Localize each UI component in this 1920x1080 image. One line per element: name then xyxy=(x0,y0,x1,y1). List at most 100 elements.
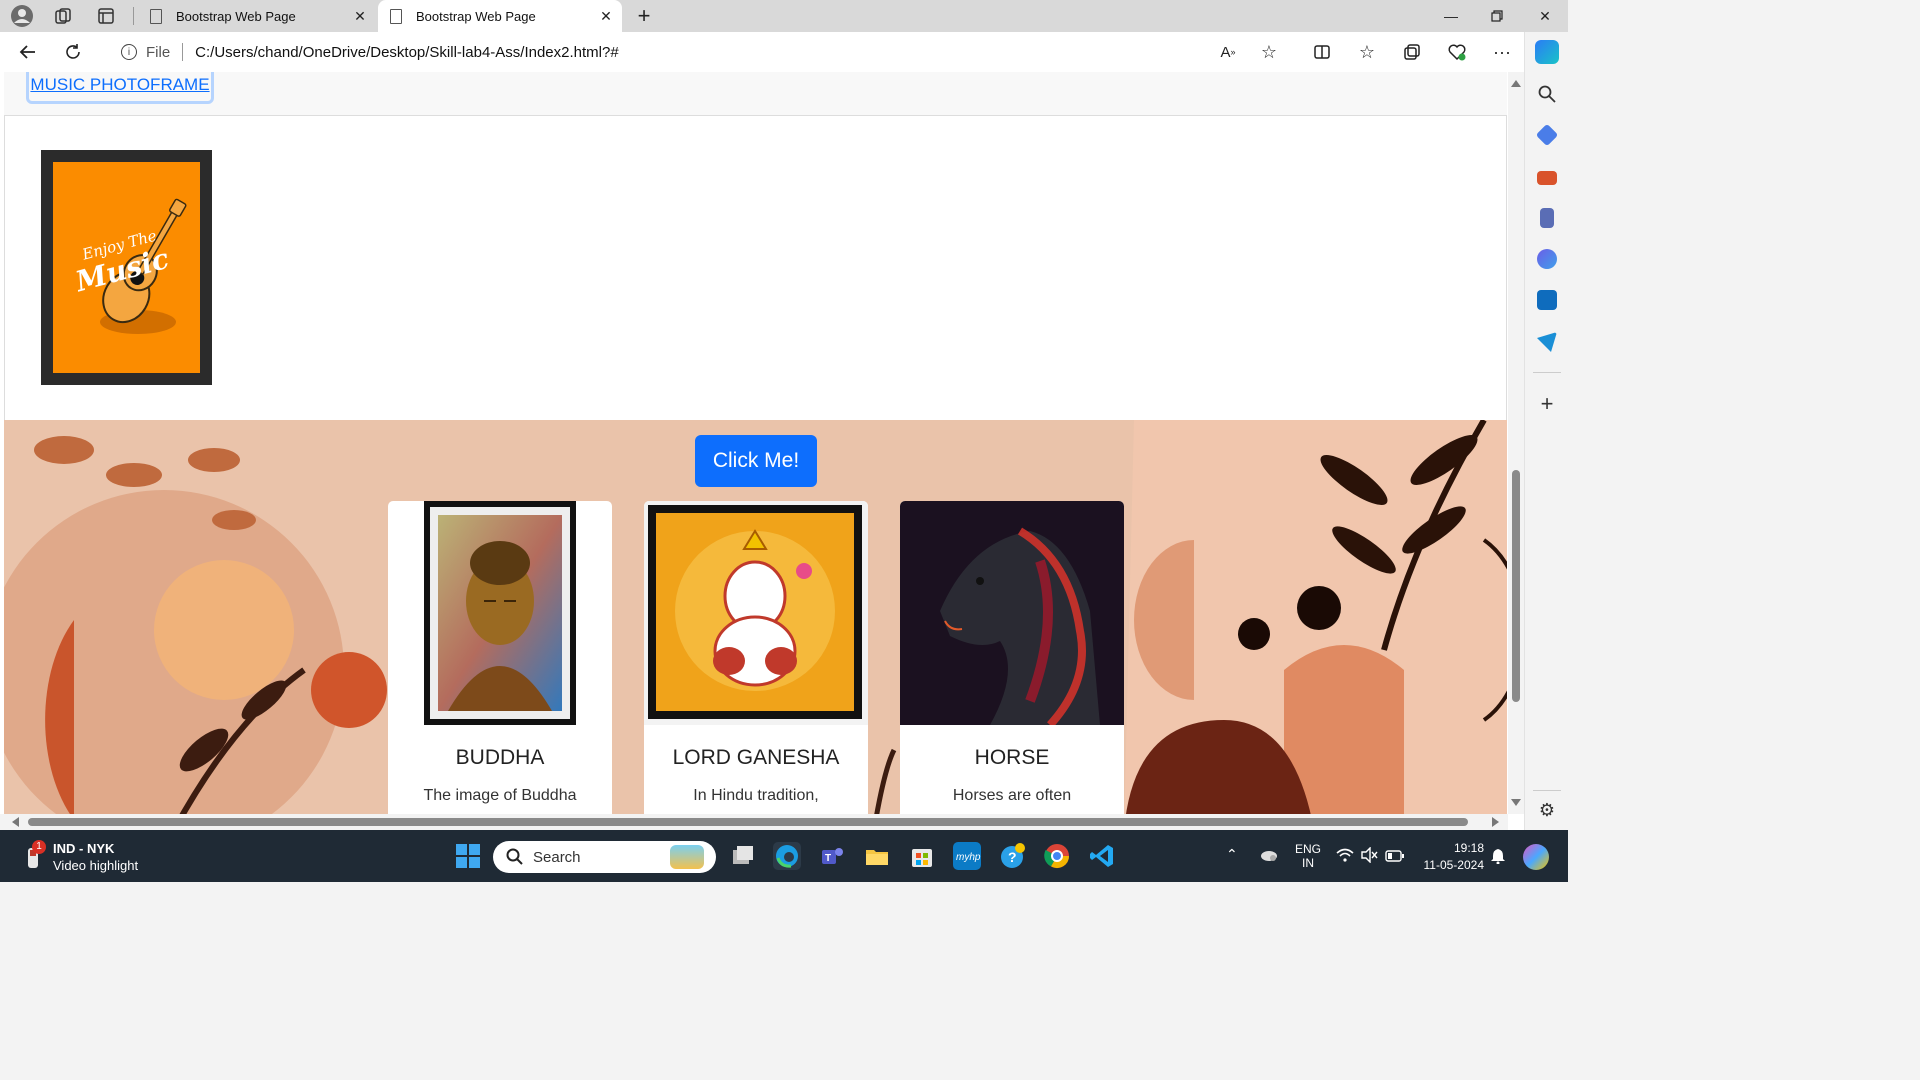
collections-icon[interactable] xyxy=(1400,40,1424,64)
add-icon[interactable]: + xyxy=(1537,393,1557,415)
search-icon[interactable] xyxy=(1537,84,1557,104)
scheme-label: File xyxy=(146,43,171,61)
file-explorer-icon[interactable] xyxy=(863,842,891,870)
page-icon xyxy=(150,8,162,24)
search-icon xyxy=(506,848,523,865)
onedrive-icon[interactable] xyxy=(1258,848,1278,862)
click-me-button[interactable]: Click Me! xyxy=(695,435,817,487)
battery-icon[interactable] xyxy=(1385,849,1405,867)
info-icon[interactable]: i xyxy=(121,44,137,60)
more-options-icon[interactable]: ··· xyxy=(1490,40,1514,64)
chrome-icon[interactable] xyxy=(1043,842,1071,870)
vscode-icon[interactable] xyxy=(1088,842,1116,870)
card-title: HORSE xyxy=(974,746,1050,769)
tools-icon[interactable] xyxy=(1537,171,1557,185)
card-title: LORD GANESHA xyxy=(672,746,840,769)
shopping-icon[interactable] xyxy=(1535,123,1559,147)
language-code: ENG xyxy=(1294,842,1321,856)
card-buddha: BUDDHA The image of Buddha xyxy=(388,501,612,830)
wifi-icon[interactable] xyxy=(1336,848,1354,865)
task-view-icon[interactable] xyxy=(729,842,757,870)
tab-bootstrap-2[interactable]: Bootstrap Web Page ✕ xyxy=(378,0,622,32)
svg-text:myhp: myhp xyxy=(956,852,981,863)
chevron-up-icon[interactable]: ⌃ xyxy=(1226,846,1238,863)
browser-essentials-icon[interactable] xyxy=(1445,40,1469,64)
settings-gear-icon[interactable]: ⚙ xyxy=(1537,800,1557,820)
outlook-icon[interactable] xyxy=(1537,290,1557,310)
horse-image xyxy=(900,501,1124,728)
copilot-icon[interactable] xyxy=(1535,40,1559,64)
region-code: IN xyxy=(1302,856,1314,870)
page-icon xyxy=(390,8,402,24)
vertical-scroll-thumb[interactable] xyxy=(1512,470,1520,702)
scroll-up-arrow-icon[interactable] xyxy=(1511,80,1521,87)
page-viewport: MUSIC PHOTOFRAME Enjoy The Music Click M… xyxy=(0,72,1524,830)
language-indicator[interactable]: ENG IN xyxy=(1294,842,1322,870)
horizontal-scroll-thumb[interactable] xyxy=(28,818,1468,826)
scroll-right-arrow-icon[interactable] xyxy=(1492,817,1499,827)
banner-section: Click Me! BUDDHA The image of Buddha LOR… xyxy=(4,420,1507,830)
svg-text:T: T xyxy=(825,853,831,864)
teams-icon[interactable]: T xyxy=(818,842,846,870)
edge-taskbar-icon[interactable] xyxy=(773,842,801,870)
refresh-icon[interactable] xyxy=(61,40,85,64)
close-icon[interactable]: ✕ xyxy=(598,8,614,24)
read-aloud-icon[interactable]: A» xyxy=(1216,40,1240,64)
page-navbar: MUSIC PHOTOFRAME xyxy=(4,72,1507,116)
sidebar-divider xyxy=(1533,790,1561,791)
tab-title: Bootstrap Web Page xyxy=(176,8,296,24)
browser-tab-bar: Bootstrap Web Page ✕ Bootstrap Web Page … xyxy=(0,0,1568,32)
scroll-left-arrow-icon[interactable] xyxy=(12,817,19,827)
close-icon[interactable]: ✕ xyxy=(352,8,368,24)
svg-text:?: ? xyxy=(1008,849,1017,865)
card-title: BUDDHA xyxy=(455,746,545,769)
music-frame-section: Enjoy The Music xyxy=(4,116,1507,420)
card-horse: HORSE Horses are often xyxy=(900,501,1124,830)
back-icon[interactable] xyxy=(16,40,40,64)
favorite-star-icon[interactable]: ☆ xyxy=(1257,40,1281,64)
clock-date: 11-05-2024 xyxy=(1423,858,1485,872)
buddha-image xyxy=(388,501,612,725)
minimize-icon[interactable]: — xyxy=(1428,0,1474,32)
horizontal-scrollbar[interactable] xyxy=(0,814,1508,830)
search-highlight-icon xyxy=(670,845,704,869)
window-close-icon[interactable]: ✕ xyxy=(1522,0,1568,32)
profile-icon[interactable] xyxy=(10,4,34,28)
widget-subtitle[interactable]: Video highlight xyxy=(53,858,138,873)
volume-muted-icon[interactable] xyxy=(1360,846,1378,868)
copilot-taskbar-icon[interactable] xyxy=(1523,844,1549,870)
games-icon[interactable] xyxy=(1540,208,1554,228)
vertical-scrollbar[interactable] xyxy=(1508,72,1524,814)
card-lord-ganesha: LORD GANESHA In Hindu tradition, xyxy=(644,501,868,830)
address-divider xyxy=(182,43,184,61)
new-tab-icon[interactable]: + xyxy=(632,3,656,28)
widget-title[interactable]: IND - NYK xyxy=(53,841,114,856)
music-photoframe-image: Enjoy The Music xyxy=(41,150,212,385)
url-text[interactable]: C:/Users/chand/OneDrive/Desktop/Skill-la… xyxy=(195,44,619,61)
scroll-down-arrow-icon[interactable] xyxy=(1511,799,1521,806)
notification-bell-icon[interactable] xyxy=(1491,848,1505,867)
card-text: In Hindu tradition, xyxy=(693,787,819,804)
workspaces-icon[interactable] xyxy=(51,4,75,28)
drop-icon[interactable] xyxy=(1537,332,1557,352)
card-text: Horses are often xyxy=(952,787,1072,804)
search-placeholder: Search xyxy=(533,848,581,866)
split-screen-icon[interactable] xyxy=(1310,40,1334,64)
windows-taskbar: 1 IND - NYK Video highlight Search T myh… xyxy=(0,830,1568,882)
help-icon[interactable]: ? xyxy=(998,842,1026,870)
browser-toolbar: i File C:/Users/chand/OneDrive/Desktop/S… xyxy=(0,32,1568,72)
restore-icon[interactable] xyxy=(1474,0,1520,32)
windows-start-icon[interactable] xyxy=(454,842,482,870)
edge-sidebar: + ⚙ xyxy=(1524,32,1568,830)
clock[interactable]: 19:18 11-05-2024 xyxy=(1414,841,1485,872)
microsoft-365-icon[interactable] xyxy=(1537,249,1557,269)
store-icon[interactable] xyxy=(908,842,936,870)
tab-actions-icon[interactable] xyxy=(94,4,118,28)
tab-title: Bootstrap Web Page xyxy=(416,8,536,24)
tab-bootstrap-1[interactable]: Bootstrap Web Page ✕ xyxy=(138,0,376,32)
favorites-icon[interactable]: ☆ xyxy=(1355,40,1379,64)
myhp-icon[interactable]: myhp xyxy=(953,842,981,870)
address-bar[interactable]: i File C:/Users/chand/OneDrive/Desktop/S… xyxy=(104,36,1294,68)
music-photoframe-link[interactable]: MUSIC PHOTOFRAME xyxy=(26,72,214,104)
taskbar-search[interactable]: Search xyxy=(493,841,716,873)
